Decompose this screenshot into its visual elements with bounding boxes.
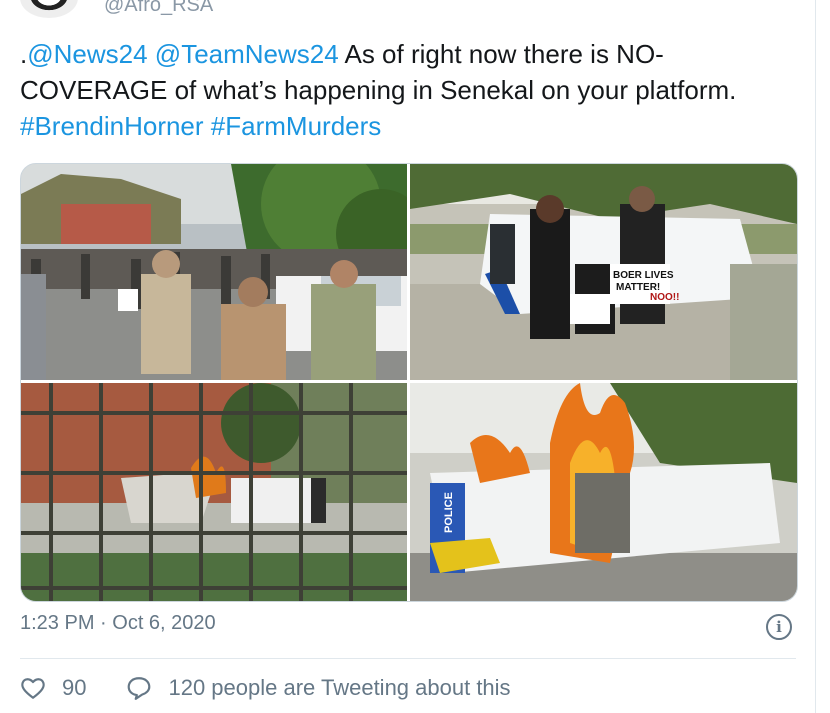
tweet-timestamp[interactable]: 1:23 PM · Oct 6, 2020	[20, 612, 216, 635]
tweet-actions: 90 120 people are Tweeting about this	[20, 673, 511, 703]
info-icon[interactable]: i	[766, 614, 792, 640]
photo-crowd-image	[21, 164, 407, 380]
hashtag-brendinhorner[interactable]: #BrendinHorner	[20, 111, 204, 141]
heart-icon[interactable]	[20, 676, 46, 700]
photo-overturned-van[interactable]: BOER LIVES MATTER! NOO!!	[410, 164, 797, 380]
speech-bubble-icon[interactable]	[126, 676, 152, 700]
photo-burning-van[interactable]: POLICE	[410, 383, 797, 601]
tweet-text: .@News24 @TeamNews24 As of right now the…	[20, 36, 790, 144]
divider	[20, 658, 796, 659]
mention-news24[interactable]: @News24	[27, 39, 147, 69]
photo-crowd[interactable]	[21, 164, 407, 380]
mention-teamnews24[interactable]: @TeamNews24	[155, 39, 339, 69]
like-count[interactable]: 90	[62, 675, 86, 701]
photo-burning-van-image: POLICE	[410, 383, 797, 601]
media-grid: BOER LIVES MATTER! NOO!! POLICE	[20, 163, 798, 602]
photo-burning-through-fence-image	[21, 383, 407, 601]
hashtag-farmmurders[interactable]: #FarmMurders	[211, 111, 381, 141]
police-label: POLICE	[443, 492, 455, 533]
user-avatar[interactable]	[20, 0, 78, 18]
sign-noo: NOO!!	[650, 292, 679, 303]
photo-burning-through-fence[interactable]	[21, 383, 407, 601]
tweeting-about-link[interactable]: 120 people are Tweeting about this	[168, 675, 510, 701]
photo-overturned-van-image: BOER LIVES MATTER! NOO!!	[410, 164, 797, 380]
tweet-card: @Afro_RSA .@News24 @TeamNews24 As of rig…	[0, 0, 816, 713]
sign-boer-lives: BOER LIVES	[613, 270, 674, 281]
user-handle[interactable]: @Afro_RSA	[104, 0, 213, 17]
